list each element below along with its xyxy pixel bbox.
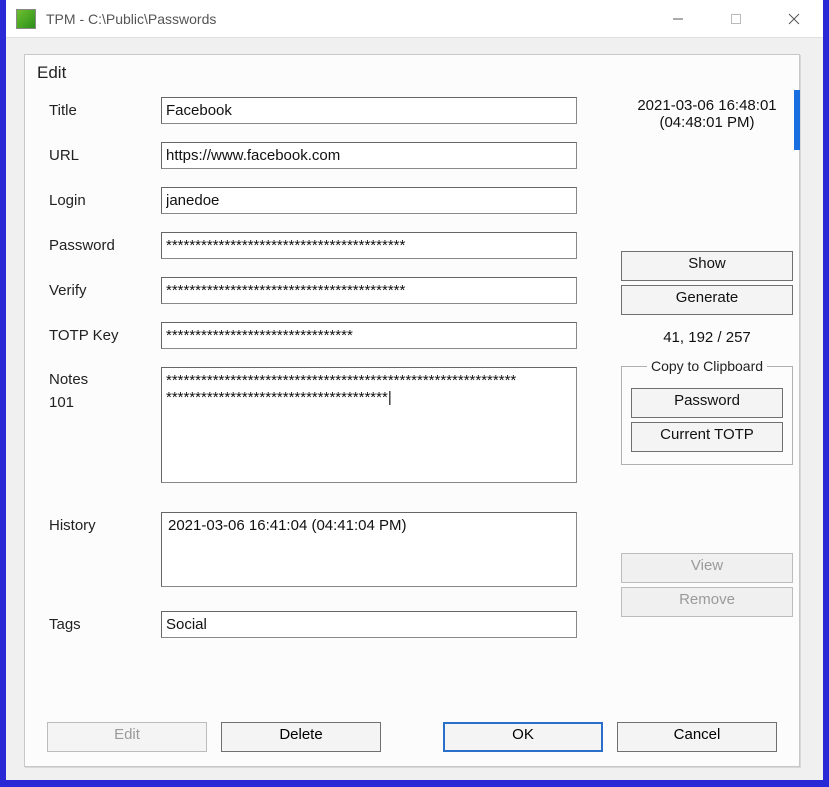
cancel-button[interactable]: Cancel: [617, 722, 777, 752]
edit-dialog: Edit 2021-03-06 16:48:01 (04:48:01 PM) S…: [24, 54, 800, 767]
verify-input[interactable]: [161, 277, 577, 304]
password-strength-counter: 41, 192 / 257: [621, 329, 793, 346]
side-panel: 2021-03-06 16:48:01 (04:48:01 PM) Show G…: [621, 97, 793, 465]
notes-label: Notes: [49, 371, 161, 388]
delete-button[interactable]: Delete: [221, 722, 381, 752]
app-window: TPM - C:\Public\Passwords Edit 2021-03-0…: [6, 0, 823, 780]
tags-input[interactable]: [161, 611, 577, 638]
titlebar[interactable]: TPM - C:\Public\Passwords: [6, 0, 823, 38]
show-button[interactable]: Show: [621, 251, 793, 281]
history-label: History: [49, 512, 161, 534]
password-label: Password: [49, 232, 161, 254]
notes-count: 101: [49, 394, 161, 411]
url-input[interactable]: [161, 142, 577, 169]
history-listbox[interactable]: 2021-03-06 16:41:04 (04:41:04 PM): [161, 512, 577, 587]
login-input[interactable]: [161, 187, 577, 214]
title-input[interactable]: [161, 97, 577, 124]
timestamp-secondary: (04:48:01 PM): [621, 114, 793, 131]
remove-button[interactable]: Remove: [621, 587, 793, 617]
close-icon[interactable]: [765, 0, 823, 38]
window-title: TPM - C:\Public\Passwords: [46, 11, 649, 27]
password-input[interactable]: [161, 232, 577, 259]
copy-to-clipboard-group: Copy to Clipboard Password Current TOTP: [621, 358, 793, 465]
dialog-heading: Edit: [25, 55, 799, 93]
copy-totp-button[interactable]: Current TOTP: [631, 422, 783, 452]
app-icon: [16, 9, 36, 29]
history-item[interactable]: 2021-03-06 16:41:04 (04:41:04 PM): [168, 517, 570, 534]
ok-button[interactable]: OK: [443, 722, 603, 752]
generate-button[interactable]: Generate: [621, 285, 793, 315]
tags-label: Tags: [49, 611, 161, 633]
timestamp-primary: 2021-03-06 16:48:01: [621, 97, 793, 114]
work-area: Edit 2021-03-06 16:48:01 (04:48:01 PM) S…: [6, 38, 823, 780]
dialog-button-bar: Edit Delete OK Cancel: [47, 722, 777, 752]
view-button[interactable]: View: [621, 553, 793, 583]
edit-button[interactable]: Edit: [47, 722, 207, 752]
url-label: URL: [49, 142, 161, 164]
copy-legend: Copy to Clipboard: [647, 358, 767, 374]
login-label: Login: [49, 187, 161, 209]
notes-textarea[interactable]: [161, 367, 577, 483]
history-side-panel: View Remove: [621, 549, 793, 617]
minimize-icon[interactable]: [649, 0, 707, 38]
verify-label: Verify: [49, 277, 161, 299]
totp-input[interactable]: [161, 322, 577, 349]
title-label: Title: [49, 97, 161, 119]
totp-label: TOTP Key: [49, 322, 161, 344]
maximize-icon[interactable]: [707, 0, 765, 38]
copy-password-button[interactable]: Password: [631, 388, 783, 418]
